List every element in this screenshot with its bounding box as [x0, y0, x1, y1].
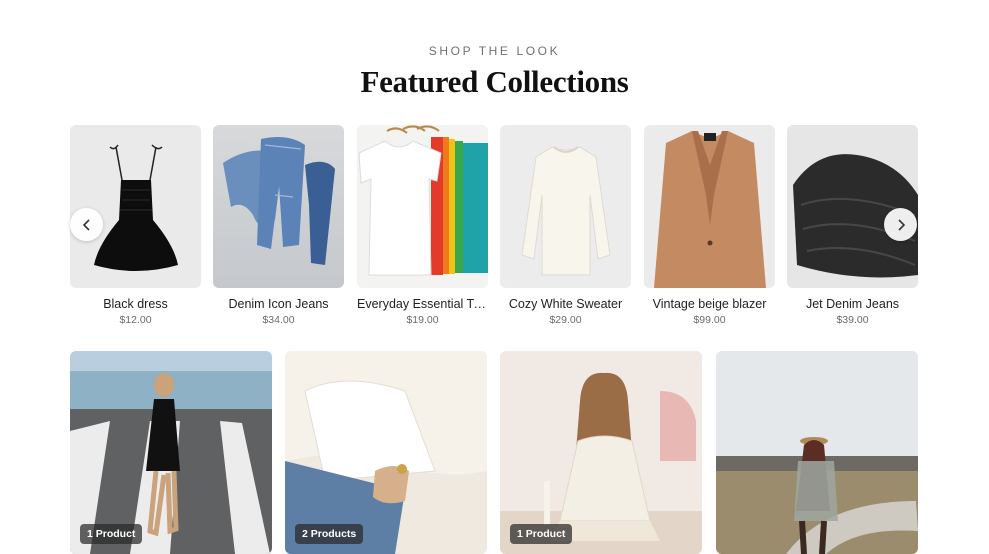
product-count-badge: 2 Products: [295, 524, 364, 544]
look-card[interactable]: 1 Product: [70, 351, 272, 554]
section-eyebrow: SHOP THE LOOK: [428, 44, 561, 58]
chevron-left-icon: [82, 218, 90, 231]
product-name[interactable]: Cozy White Sweater: [500, 297, 631, 311]
product-image[interactable]: [787, 125, 918, 288]
section-title: Featured Collections: [360, 64, 629, 99]
product-image[interactable]: [213, 125, 344, 288]
product-price: $29.00: [549, 314, 582, 326]
look-card[interactable]: [716, 351, 918, 554]
product-price: $12.00: [119, 314, 152, 326]
product-price: $19.00: [406, 314, 439, 326]
look-card[interactable]: 1 Product: [500, 351, 702, 554]
product-image[interactable]: [357, 125, 488, 288]
look-card[interactable]: 2 Products: [285, 351, 487, 554]
product-price: $99.00: [693, 314, 726, 326]
chevron-right-icon: [897, 218, 905, 231]
product-carousel: Black dress $12.00 Denim Icon Jeans $34.…: [70, 125, 918, 330]
product-count-badge: 1 Product: [80, 524, 143, 544]
look-image: [716, 351, 918, 554]
product-name[interactable]: Denim Icon Jeans: [213, 297, 344, 311]
product-card[interactable]: Vintage beige blazer $99.00: [644, 125, 775, 326]
product-name[interactable]: Jet Denim Jeans: [787, 297, 918, 311]
product-image[interactable]: [70, 125, 201, 288]
product-name[interactable]: Black dress: [70, 297, 201, 311]
product-image[interactable]: [644, 125, 775, 288]
carousel-next-button[interactable]: [884, 208, 917, 241]
product-image[interactable]: [500, 125, 631, 288]
product-name[interactable]: Vintage beige blazer: [644, 297, 775, 311]
product-card[interactable]: Cozy White Sweater $29.00: [500, 125, 631, 326]
product-price: $34.00: [262, 314, 295, 326]
carousel-prev-button[interactable]: [70, 208, 103, 241]
shop-the-look-grid: 1 Product 2 Products 1 Product: [70, 351, 918, 554]
product-count-badge: 1 Product: [510, 524, 573, 544]
product-name[interactable]: Everyday Essential T-...: [357, 297, 488, 311]
product-price: $39.00: [836, 314, 869, 326]
product-card[interactable]: Everyday Essential T-... $19.00: [357, 125, 488, 326]
product-card[interactable]: Denim Icon Jeans $34.00: [213, 125, 344, 326]
